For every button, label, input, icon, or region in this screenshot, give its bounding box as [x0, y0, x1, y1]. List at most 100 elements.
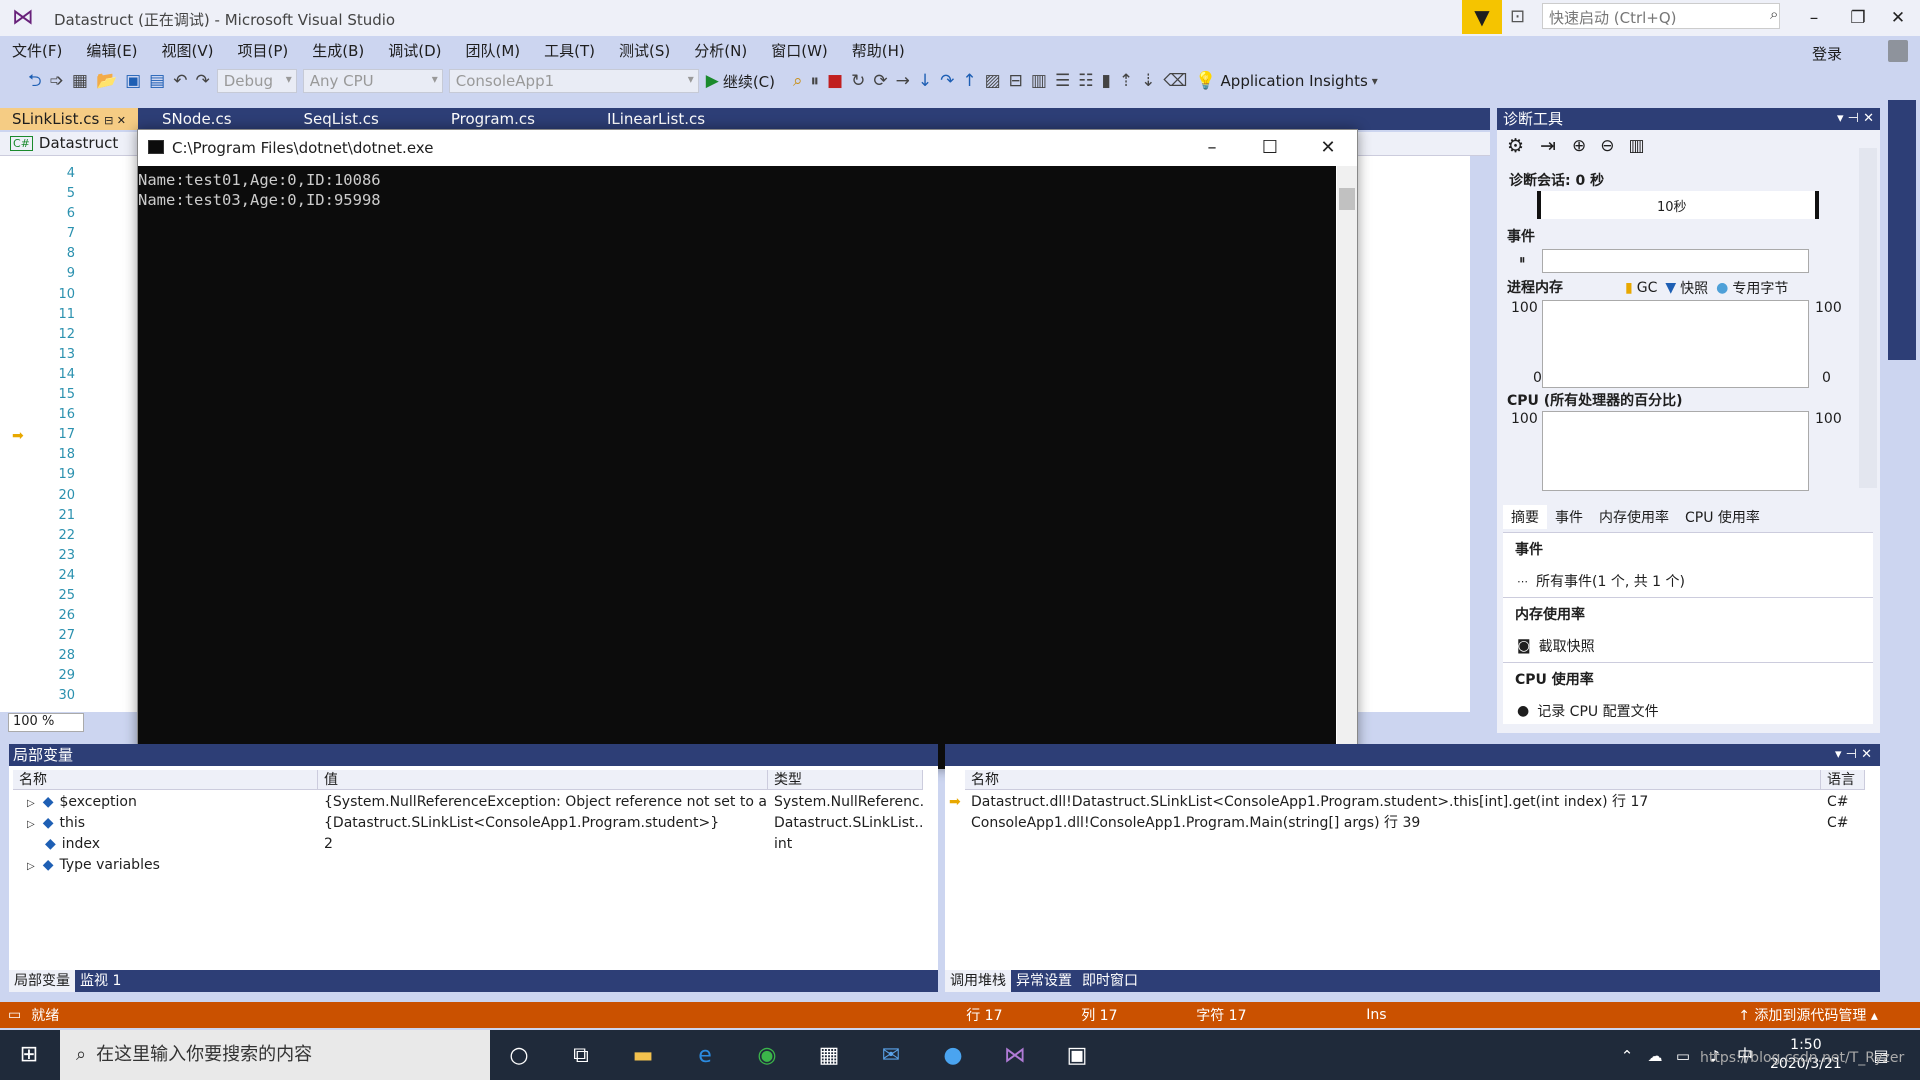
console-minimize-button[interactable]: – [1183, 130, 1241, 166]
prev-bookmark-icon[interactable]: ⇡ [1119, 66, 1133, 96]
account-icon[interactable] [1888, 40, 1908, 62]
diagnostics-scrollbar[interactable] [1859, 148, 1877, 488]
back-icon[interactable]: ⮌ [28, 66, 42, 96]
menu-file[interactable]: 文件(F) [0, 38, 74, 64]
filter-icon[interactable]: ▼ [1462, 0, 1502, 34]
windows-start-icon[interactable]: ⊞ [0, 1030, 58, 1080]
comment-icon[interactable]: ☰ [1055, 66, 1070, 96]
menu-tools[interactable]: 工具(T) [532, 38, 607, 64]
clear-bookmarks-icon[interactable]: ⌫ [1163, 66, 1187, 96]
file-explorer-icon[interactable]: ▬ [628, 1042, 658, 1070]
variable-value[interactable]: 2 [318, 834, 768, 855]
tab-cpu[interactable]: CPU 使用率 [1677, 505, 1768, 529]
hex-display-icon[interactable]: ▨ [985, 66, 1001, 96]
show-next-statement-icon[interactable]: → [896, 66, 910, 96]
table-row[interactable]: ◆ index 2 int [13, 834, 923, 855]
table-row[interactable]: ConsoleApp1.dll!ConsoleApp1.Program.Main… [949, 813, 1865, 834]
tab-immediate[interactable]: 即时窗口 [1077, 970, 1143, 992]
network-icon[interactable]: ▭ [1668, 1042, 1698, 1070]
tab-program[interactable]: Program.cs [439, 108, 547, 130]
menu-test[interactable]: 测试(S) [607, 38, 682, 64]
chevron-down-icon[interactable]: ▾ [1372, 66, 1378, 96]
console-window[interactable]: C:\Program Files\dotnet\dotnet.exe – ☐ ✕… [137, 129, 1358, 769]
solution-explorer-side-tab[interactable] [1888, 100, 1916, 360]
table-row[interactable]: ▷ ◆ $exception {System.NullReferenceExcept… [13, 792, 923, 813]
search-icon[interactable]: ⌕ [1770, 5, 1778, 23]
table-row[interactable]: ▷ ◆ this {Datastruct.SLinkList<ConsoleApp1… [13, 813, 923, 834]
tab-locals[interactable]: 局部变量 [9, 970, 75, 992]
platform-dropdown[interactable]: Any CPU [302, 69, 443, 93]
application-insights-button[interactable]: Application Insights [1221, 72, 1368, 90]
continue-button[interactable]: 继续(C) [723, 71, 775, 92]
export-icon[interactable]: ⇥ [1540, 135, 1556, 157]
column-value[interactable]: 值 [318, 769, 768, 790]
save-icon[interactable]: ▣ [125, 66, 141, 96]
step-out-icon[interactable]: ↑ [962, 66, 976, 96]
menu-debug[interactable]: 调试(D) [376, 38, 453, 64]
take-snapshot-button[interactable]: ◙ 截取快照 [1503, 630, 1873, 662]
panel-controls-icon[interactable]: ▾ ⊣ ✕ [1837, 108, 1874, 130]
tab-callstack[interactable]: 调用堆栈 [945, 970, 1011, 992]
expand-icon[interactable]: ▷ [27, 861, 35, 872]
menu-team[interactable]: 团队(M) [454, 38, 533, 64]
break-all-icon[interactable]: ⏸ [811, 66, 820, 96]
redo-icon[interactable]: ↷ [195, 66, 209, 96]
column-language[interactable]: 语言 [1821, 769, 1865, 790]
forward-icon[interactable]: ➩ [50, 66, 64, 96]
new-project-icon[interactable]: ▦ [72, 66, 88, 96]
console-title-bar[interactable]: C:\Program Files\dotnet\dotnet.exe – ☐ ✕ [138, 130, 1357, 166]
zoom-out-icon[interactable]: ⊖ [1600, 136, 1614, 156]
console-output[interactable]: Name:test01,Age:0,ID:10086 Name:test03,A… [138, 166, 1336, 769]
lightbulb-icon[interactable]: 💡 [1195, 66, 1216, 96]
step-into-icon[interactable]: ↓ [918, 66, 932, 96]
browser-icon[interactable]: ◉ [752, 1042, 782, 1070]
messenger-icon[interactable]: ● [938, 1042, 968, 1070]
tab-slinklist[interactable]: SLinkList.cs ⊟ ✕ [0, 108, 139, 130]
feedback-icon[interactable]: ⊡ [1510, 6, 1525, 27]
menu-edit[interactable]: 编辑(E) [74, 38, 149, 64]
menu-view[interactable]: 视图(V) [150, 38, 226, 64]
stop-debugging-icon[interactable]: ■ [827, 66, 843, 96]
startup-project-dropdown[interactable]: ConsoleApp1 [448, 69, 699, 93]
tab-snode[interactable]: SNode.cs [150, 108, 244, 130]
uncomment-icon[interactable]: ☷ [1078, 66, 1093, 96]
continue-icon[interactable]: ▶ [706, 66, 719, 96]
bookmark-icon[interactable]: ▮ [1101, 66, 1110, 96]
tab-summary[interactable]: 摘要 [1503, 505, 1547, 529]
pause-icon[interactable]: ⏸ [1519, 253, 1526, 268]
console-scrollbar[interactable] [1337, 166, 1357, 769]
zoom-dropdown[interactable]: 100 % [8, 713, 84, 732]
configuration-dropdown[interactable]: Debug [216, 69, 297, 93]
variable-value[interactable]: {Datastruct.SLinkList<ConsoleApp1.Progra… [318, 813, 768, 834]
console-scroll-thumb[interactable] [1339, 188, 1355, 210]
cortana-icon[interactable]: ○ [504, 1042, 534, 1070]
tab-exception-settings[interactable]: 异常设置 [1011, 970, 1077, 992]
save-all-icon[interactable]: ▤ [149, 66, 165, 96]
open-file-icon[interactable]: 📂 [96, 66, 117, 96]
close-button[interactable]: ✕ [1876, 4, 1920, 32]
source-control-button[interactable]: ↑ 添加到源代码管理 ▴ [1738, 1005, 1878, 1025]
next-bookmark-icon[interactable]: ⇣ [1141, 66, 1155, 96]
project-dropdown[interactable]: C# Datastruct [10, 134, 118, 152]
gear-icon[interactable]: ⚙ [1507, 135, 1524, 157]
all-events-link[interactable]: ⋯ 所有事件(1 个, 共 1 个) [1503, 565, 1873, 597]
minimize-button[interactable]: – [1792, 4, 1836, 32]
edge-browser-icon[interactable]: e [690, 1042, 720, 1070]
tab-watch1[interactable]: 监视 1 [75, 970, 126, 992]
chart-icon[interactable]: ▥ [1628, 136, 1644, 156]
table-row[interactable]: ▷ ◆ Type variables [13, 855, 923, 876]
expand-icon[interactable]: ▷ [27, 819, 35, 830]
column-name[interactable]: 名称 [13, 769, 318, 790]
layout-icon[interactable]: ▥ [1031, 66, 1047, 96]
tray-expand-icon[interactable]: ⌃ [1612, 1042, 1642, 1070]
login-link[interactable]: 登录 [1812, 43, 1842, 64]
menu-analyze[interactable]: 分析(N) [682, 38, 759, 64]
record-cpu-profile-button[interactable]: ● 记录 CPU 配置文件 [1503, 695, 1873, 727]
quick-launch-input[interactable]: 快速启动 (Ctrl+Q) [1542, 3, 1780, 29]
task-view-icon[interactable]: ⧉ [566, 1042, 596, 1070]
menu-project[interactable]: 项目(P) [226, 38, 301, 64]
zoom-in-icon[interactable]: ⊕ [1572, 136, 1586, 156]
tab-memory[interactable]: 内存使用率 [1591, 505, 1677, 529]
hot-reload-icon[interactable]: ⟳ [873, 66, 887, 96]
panel-controls-icon[interactable]: ▾ ⊣ ✕ [1835, 744, 1880, 766]
